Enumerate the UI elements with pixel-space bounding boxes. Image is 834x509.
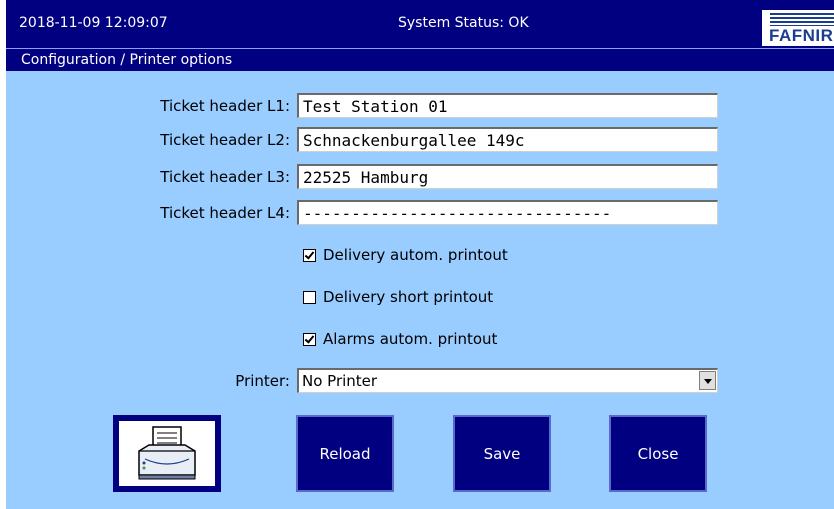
- ticket-header-l2-label: Ticket header L2:: [160, 131, 290, 149]
- breadcrumb-bar: Configuration / Printer options: [6, 48, 834, 71]
- chevron-down-icon[interactable]: [699, 371, 716, 390]
- delivery-short-printout-checkbox[interactable]: Delivery short printout: [303, 288, 493, 306]
- printer-select[interactable]: No Printer: [297, 368, 718, 393]
- checkbox-box[interactable]: [303, 332, 316, 346]
- save-button[interactable]: Save: [453, 415, 551, 492]
- print-button-face[interactable]: [119, 421, 215, 486]
- checkbox-label: Alarms autom. printout: [323, 330, 498, 348]
- system-status: System Status: OK: [398, 15, 529, 31]
- printer-icon: [138, 426, 196, 480]
- ticket-header-l4-label: Ticket header L4:: [160, 204, 290, 222]
- top-bar: 2018-11-09 12:09:07 System Status: OK FA…: [6, 0, 834, 48]
- checkbox-label: Delivery short printout: [323, 288, 494, 306]
- ticket-header-l3-input[interactable]: 22525 Hamburg: [297, 164, 718, 189]
- checkbox-box[interactable]: [303, 290, 316, 304]
- checkbox-label: Delivery autom. printout: [323, 246, 508, 264]
- fafnir-logo: FAFNIR: [762, 10, 834, 46]
- logo-text: FAFNIR: [769, 26, 834, 45]
- screen: 2018-11-09 12:09:07 System Status: OK FA…: [6, 0, 834, 509]
- close-button[interactable]: Close: [609, 415, 707, 492]
- checkbox-box[interactable]: [303, 248, 316, 262]
- ticket-header-l1-input[interactable]: Test Station 01: [297, 93, 718, 118]
- printer-label: Printer:: [235, 372, 290, 390]
- print-button[interactable]: [113, 415, 221, 492]
- logo-stripes: [770, 13, 834, 26]
- ticket-header-l3-label: Ticket header L3:: [160, 168, 290, 186]
- alarms-autom-printout-checkbox[interactable]: Alarms autom. printout: [303, 330, 497, 348]
- breadcrumb: Configuration / Printer options: [21, 52, 233, 68]
- ticket-header-l1-label: Ticket header L1:: [160, 97, 290, 115]
- ticket-header-l4-input[interactable]: --------------------------------: [297, 200, 718, 225]
- datetime: 2018-11-09 12:09:07: [19, 15, 168, 31]
- ticket-header-l2-input[interactable]: Schnackenburgallee 149c: [297, 127, 718, 152]
- delivery-autom-printout-checkbox[interactable]: Delivery autom. printout: [303, 246, 508, 264]
- reload-button[interactable]: Reload: [296, 415, 394, 492]
- printer-selected-value: No Printer: [302, 372, 378, 390]
